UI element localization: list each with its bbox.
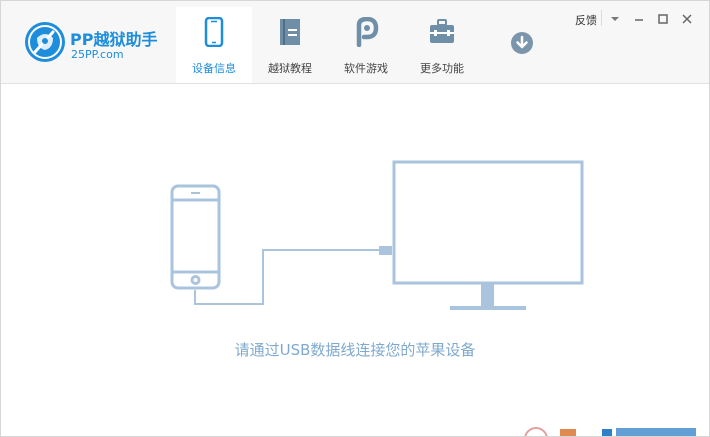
dropdown-icon[interactable] xyxy=(605,9,625,29)
usb-cable-illustration xyxy=(194,249,379,305)
monitor-illustration xyxy=(392,160,584,310)
tab-device-info[interactable]: 设备信息 xyxy=(176,7,252,83)
app-title: PP越狱助手 xyxy=(70,30,158,49)
phone-icon xyxy=(204,17,224,47)
tab-apps-games[interactable]: 软件游戏 xyxy=(328,7,404,83)
download-icon[interactable] xyxy=(510,31,534,55)
top-toolbar: PP越狱助手 25PP.com 设备信息 越狱教程 软件游戏 更多功能 反馈 xyxy=(1,1,709,84)
connect-device-prompt: 请通过USB数据线连接您的苹果设备 xyxy=(234,341,476,359)
tab-jailbreak-tutorial[interactable]: 越狱教程 xyxy=(252,7,328,83)
divider xyxy=(601,10,602,26)
minimize-icon[interactable] xyxy=(629,9,649,29)
usb-plug-illustration xyxy=(379,246,392,255)
pp-app-icon xyxy=(356,17,379,47)
feedback-button[interactable]: 反馈 xyxy=(575,12,597,28)
toolbox-icon xyxy=(430,19,454,43)
maximize-icon[interactable] xyxy=(653,9,673,29)
phone-illustration xyxy=(170,184,221,290)
usb-connection-illustration xyxy=(170,160,584,310)
app-url: 25PP.com xyxy=(71,48,124,61)
watermark-logo xyxy=(524,427,696,436)
tab-more-features[interactable]: 更多功能 xyxy=(404,7,480,83)
pp-logo-icon xyxy=(25,22,65,62)
tab-label: 设备信息 xyxy=(192,62,236,75)
close-icon[interactable] xyxy=(677,9,697,29)
tab-label: 软件游戏 xyxy=(344,62,388,75)
tab-label: 更多功能 xyxy=(420,62,464,75)
app-window: PP越狱助手 25PP.com 设备信息 越狱教程 软件游戏 更多功能 反馈 请… xyxy=(0,0,710,437)
book-icon xyxy=(280,19,300,45)
tab-label: 越狱教程 xyxy=(268,62,312,75)
